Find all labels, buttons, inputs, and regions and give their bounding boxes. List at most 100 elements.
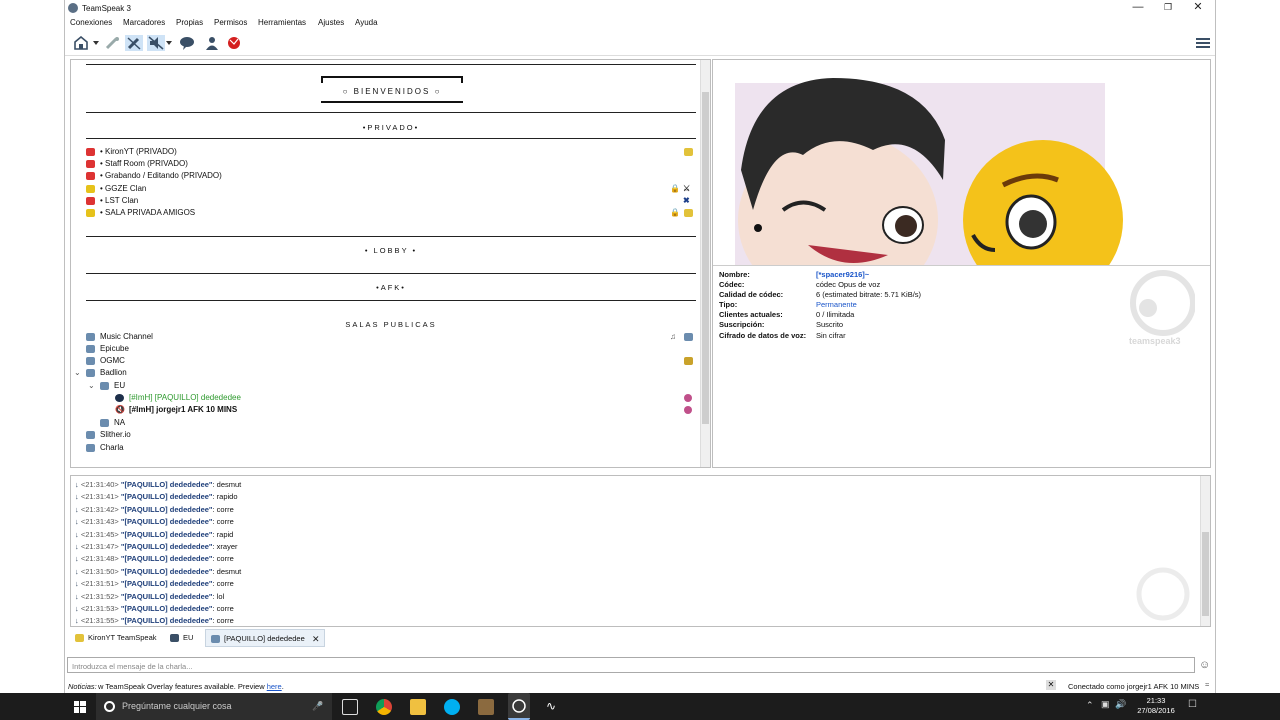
channel-label: Badlion <box>100 368 127 377</box>
menu-ajustes[interactable]: Ajustes <box>318 18 344 27</box>
notifications-icon[interactable]: ☐ <box>1188 699 1197 710</box>
layout-menu-icon[interactable] <box>1194 35 1212 51</box>
chat-log[interactable]: ↓ <21:31:40> "[PAQUILLO] dedededee": des… <box>70 475 1211 627</box>
chat-sender[interactable]: "[PAQUILLO] dedededee" <box>121 604 213 613</box>
menu-permisos[interactable]: Permisos <box>214 18 247 27</box>
skype-icon[interactable] <box>444 699 460 715</box>
chat-message: ↓ <21:31:55> "[PAQUILLO] dedededee": cor… <box>75 615 234 626</box>
clock[interactable]: 21:33 27/08/2016 <box>1136 696 1176 716</box>
chat-sender[interactable]: "[PAQUILLO] dedededee" <box>121 554 213 563</box>
bullet-icon: ○ <box>430 87 442 96</box>
lock-icon: 🔒 <box>670 208 680 217</box>
chat-scrollbar[interactable] <box>1200 476 1210 626</box>
chrome-icon[interactable] <box>376 699 392 715</box>
scrollbar-thumb[interactable] <box>702 92 709 424</box>
menu-conexiones[interactable]: Conexiones <box>70 18 112 27</box>
news-link[interactable]: here <box>267 682 282 691</box>
chat-sender[interactable]: "[PAQUILLO] dedededee" <box>121 505 213 514</box>
channel-row[interactable]: Epicube <box>86 343 706 355</box>
mute-speakers-icon[interactable] <box>147 35 165 51</box>
channel-row[interactable]: • Staff Room (PRIVADO) <box>86 158 706 170</box>
away-icon[interactable] <box>103 35 121 51</box>
chat-sender[interactable]: "[PAQUILLO] dedededee" <box>121 616 213 625</box>
chat-sender[interactable]: "[PAQUILLO] dedededee" <box>121 530 213 539</box>
contacts-icon[interactable] <box>203 35 221 51</box>
chat-sender[interactable]: "[PAQUILLO] dedededee" <box>121 567 213 576</box>
menu-ayuda[interactable]: Ayuda <box>355 18 378 27</box>
channel-row[interactable]: ⌄ Badlion <box>74 367 706 379</box>
ts-red-logo-icon[interactable] <box>225 35 243 51</box>
file-explorer-icon[interactable] <box>410 699 426 715</box>
chat-sender[interactable]: "[PAQUILLO] dedededee" <box>121 542 213 551</box>
chevron-down-icon[interactable] <box>92 35 100 51</box>
info-value: Permanente <box>816 300 857 309</box>
menu-propias[interactable]: Propias <box>176 18 203 27</box>
close-button[interactable]: ✕ <box>1183 0 1213 16</box>
channel-row[interactable]: • Grabando / Editando (PRIVADO) <box>86 170 706 182</box>
channel-row[interactable]: OGMC <box>86 355 706 367</box>
cortana-search-box[interactable]: Pregúntame cualquier cosa 🎤 <box>96 693 332 720</box>
channel-row[interactable]: Charla <box>86 442 706 454</box>
chat-sender[interactable]: "[PAQUILLO] dedededee" <box>121 592 213 601</box>
teamspeak-watermark-icon <box>1131 566 1191 621</box>
info-value: Suscrito <box>816 320 844 329</box>
user-row[interactable]: 🔇 [#ImH] jorgejr1 AFK 10 MINS <box>115 404 706 416</box>
channel-privado-header[interactable]: •PRIVADO• <box>86 123 696 132</box>
channel-row[interactable]: • SALA PRIVADA AMIGOS 🔒 <box>86 207 706 219</box>
private-chat-icon <box>211 635 220 643</box>
mute-microphone-icon[interactable] <box>125 35 143 51</box>
chevron-down-icon[interactable]: ⌄ <box>88 380 95 392</box>
info-key: Cifrado de datos de voz: <box>719 331 807 340</box>
info-value: códec Opus de voz <box>816 280 881 289</box>
connect-icon[interactable] <box>72 35 90 51</box>
close-icon[interactable]: ✕ <box>312 630 320 648</box>
maximize-button[interactable]: ❐ <box>1153 0 1183 16</box>
teamspeak-taskbar-icon[interactable] <box>508 693 530 720</box>
chat-text: : corre <box>212 517 234 527</box>
menu-herramientas[interactable]: Herramientas <box>258 18 306 27</box>
network-icon[interactable]: ▣ <box>1101 699 1110 710</box>
subchannel-row[interactable]: ⌄ EU <box>88 380 706 392</box>
tree-scrollbar[interactable] <box>700 60 710 467</box>
chevron-down-icon[interactable]: ⌄ <box>74 367 81 379</box>
chat-sender[interactable]: "[PAQUILLO] dedededee" <box>121 492 213 501</box>
task-view-icon[interactable] <box>342 699 358 715</box>
chat-message-input[interactable]: Introduzca el mensaje de la charla... <box>67 657 1195 673</box>
windows-start-icon[interactable] <box>74 701 86 713</box>
tab-private-chat[interactable]: [PAQUILLO] dedededee ✕ <box>205 629 325 647</box>
channel-banner-icon <box>684 209 693 217</box>
scrollbar-thumb[interactable] <box>1202 532 1209 616</box>
minecraft-icon[interactable] <box>478 699 494 715</box>
channel-label: Epicube <box>100 344 129 353</box>
chat-sender[interactable]: "[PAQUILLO] dedededee" <box>121 480 213 489</box>
channel-tree[interactable]: ○ BIENVENIDOS ○ •PRIVADO• • KironYT (PRI… <box>70 59 711 468</box>
channel-salas-publicas-header[interactable]: SALAS PUBLICAS <box>86 320 696 329</box>
channel-lobby[interactable]: • LOBBY • <box>86 246 696 255</box>
channel-row[interactable]: Slither.io <box>86 429 706 441</box>
subchannel-row[interactable]: NA <box>100 417 706 429</box>
channel-row[interactable]: • LST Clan ✖ <box>86 195 706 207</box>
emoticon-icon[interactable]: ☺ <box>1199 659 1210 671</box>
chat-text: : desmut <box>212 480 242 489</box>
chat-sender[interactable]: "[PAQUILLO] dedededee" <box>121 517 213 526</box>
info-key: Códec: <box>719 280 745 289</box>
tab-server[interactable]: KironYT TeamSpeak <box>70 629 165 647</box>
chat-sender[interactable]: "[PAQUILLO] dedededee" <box>121 579 213 588</box>
channel-row[interactable]: Music Channel ♫ <box>86 331 706 343</box>
whisper-icon[interactable] <box>178 35 196 51</box>
channel-row[interactable]: • KironYT (PRIVADO) <box>86 146 706 158</box>
chevron-down-icon[interactable] <box>165 35 173 51</box>
channel-afk[interactable]: •AFK• <box>86 283 696 292</box>
channel-row[interactable]: • GGZE Clan 🔒 ⚔ <box>86 183 706 195</box>
volume-icon[interactable]: 🔊 <box>1115 699 1126 710</box>
app-icon[interactable]: ∿ <box>546 699 562 715</box>
tab-channel[interactable]: EU <box>165 629 203 647</box>
microphone-icon[interactable]: 🎤 <box>312 693 323 720</box>
chevron-up-icon[interactable]: ⌃ <box>1086 700 1094 711</box>
user-row[interactable]: [#ImH] [PAQUILLO] dedededee <box>115 392 706 404</box>
clan-emblem-icon: ✖ <box>683 196 690 205</box>
menu-marcadores[interactable]: Marcadores <box>123 18 165 27</box>
chat-timestamp: <21:31:53> <box>80 604 119 613</box>
minimize-button[interactable]: — <box>1123 0 1153 16</box>
dismiss-news-icon[interactable]: ✕ <box>1046 680 1056 690</box>
